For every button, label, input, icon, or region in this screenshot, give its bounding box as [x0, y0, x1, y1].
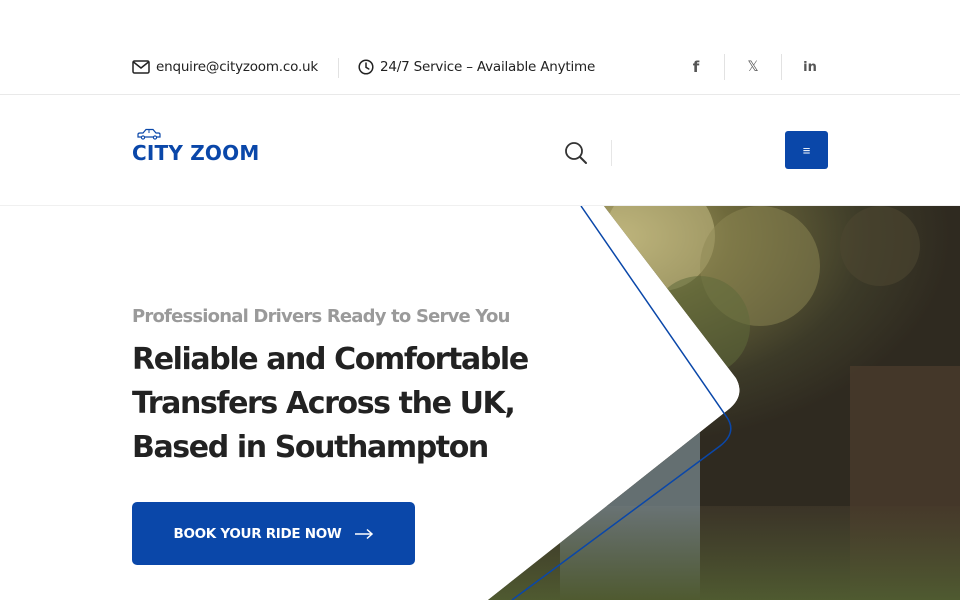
x-icon: 𝕏 — [747, 59, 759, 75]
contact-divider — [338, 58, 339, 78]
service-hours-text: 24/7 Service – Available Anytime — [380, 59, 596, 75]
linkedin-link[interactable]: in — [795, 56, 825, 78]
social-divider — [724, 54, 725, 80]
linkedin-icon: in — [803, 59, 817, 75]
hero-section: Professional Drivers Ready to Serve You … — [0, 206, 960, 600]
service-hours: 24/7 Service – Available Anytime — [358, 59, 595, 75]
email-text: enquire@cityzoom.co.uk — [156, 59, 319, 75]
book-ride-label: BOOK YOUR RIDE NOW — [173, 525, 342, 542]
top-bar: enquire@cityzoom.co.uk 24/7 Service – Av… — [0, 0, 960, 95]
logo[interactable]: CITY ZOOM — [132, 128, 262, 168]
header-divider — [611, 140, 612, 166]
search-button[interactable] — [563, 140, 589, 166]
hero-title: Reliable and Comfortable Transfers Acros… — [132, 338, 552, 470]
email-link[interactable]: enquire@cityzoom.co.uk — [132, 59, 318, 75]
hero-title-line: Transfers Across the UK, — [132, 386, 516, 421]
hero-photo — [488, 206, 960, 600]
book-ride-button[interactable]: BOOK YOUR RIDE NOW — [132, 502, 415, 565]
hamburger-menu-icon: ≡ — [802, 142, 811, 158]
facebook-link[interactable]: f — [681, 56, 711, 78]
site-header: CITY ZOOM ≡ — [0, 95, 960, 206]
social-divider — [781, 54, 782, 80]
hero-eyebrow: Professional Drivers Ready to Serve You — [132, 306, 510, 327]
search-icon — [565, 142, 587, 164]
mail-icon — [132, 60, 150, 74]
hero-title-line: Based in Southampton — [132, 430, 489, 465]
logo-text: CITY ZOOM — [132, 141, 260, 165]
menu-button[interactable]: ≡ — [785, 131, 828, 169]
arrow-right-icon — [354, 528, 373, 539]
x-link[interactable]: 𝕏 — [738, 56, 768, 78]
facebook-icon: f — [692, 58, 700, 76]
hero-title-line: Reliable and Comfortable — [132, 342, 529, 377]
clock-icon — [358, 59, 374, 75]
car-icon — [137, 128, 161, 140]
